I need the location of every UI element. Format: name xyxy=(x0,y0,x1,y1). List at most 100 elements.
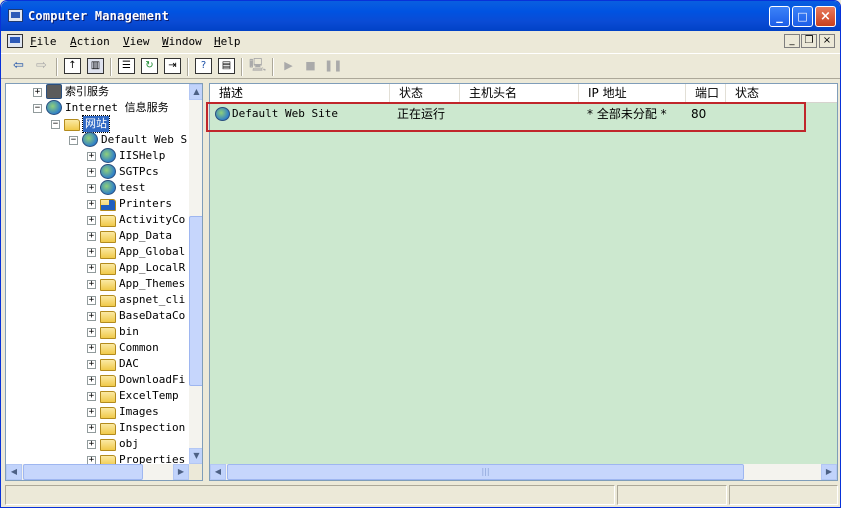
tree-node-label[interactable]: Inspection xyxy=(119,420,185,436)
tree-node-label[interactable]: DAC xyxy=(119,356,139,372)
tree-node-label[interactable]: Printers xyxy=(119,196,172,212)
status-bar xyxy=(5,485,838,505)
expand-icon[interactable]: + xyxy=(87,376,96,385)
expand-icon[interactable]: + xyxy=(87,168,96,177)
printers-folder-icon xyxy=(100,199,116,211)
tree-node-label[interactable]: bin xyxy=(119,324,139,340)
stop-icon[interactable]: ■ xyxy=(302,58,319,74)
expand-icon[interactable]: + xyxy=(87,296,96,305)
toolbar-separator xyxy=(241,58,243,76)
expand-icon[interactable]: + xyxy=(87,184,96,193)
menu-view[interactable]: View xyxy=(123,35,150,48)
tree-node-label[interactable]: ActivityCo xyxy=(119,212,185,228)
expand-icon[interactable]: + xyxy=(87,152,96,161)
up-folder-icon[interactable]: ↑ xyxy=(64,58,81,74)
tree-node-label[interactable]: App_Global xyxy=(119,244,185,260)
computer-icon[interactable]: 🖳 xyxy=(249,58,266,74)
mdi-close-button[interactable]: × xyxy=(819,34,835,48)
tree-node-label[interactable]: ExcelTemp xyxy=(119,388,179,404)
scroll-left-icon[interactable]: ◀ xyxy=(6,464,22,480)
title-bar[interactable]: Computer Management _ □ × xyxy=(1,1,840,31)
column-header-port[interactable]: 端口 xyxy=(686,84,726,103)
expand-icon[interactable]: + xyxy=(87,424,96,433)
folder-icon xyxy=(64,119,80,131)
back-icon[interactable]: ⇦ xyxy=(10,58,27,74)
tree-node-label[interactable]: DownloadFi xyxy=(119,372,185,388)
mdi-minimize-button[interactable]: _ xyxy=(784,34,800,48)
column-header-host-header[interactable]: 主机头名 xyxy=(460,84,579,103)
expand-icon[interactable]: + xyxy=(87,440,96,449)
tree-node-label[interactable]: 网站 xyxy=(82,115,110,133)
tree-node-label[interactable]: 索引服务 xyxy=(65,84,109,100)
tree-vertical-scroll-thumb[interactable] xyxy=(189,216,202,386)
expand-icon[interactable]: + xyxy=(87,408,96,417)
minimize-button[interactable]: _ xyxy=(769,6,790,27)
expand-icon[interactable]: + xyxy=(87,312,96,321)
column-header-ip-address[interactable]: IP 地址 xyxy=(579,84,686,103)
menu-file[interactable]: File xyxy=(30,35,57,48)
tree-node-label[interactable]: Default Web S xyxy=(101,132,187,148)
scroll-down-icon[interactable]: ▼ xyxy=(189,448,202,464)
help-icon[interactable]: ? xyxy=(195,58,212,74)
column-header-state[interactable]: 状态 xyxy=(390,84,460,103)
collapse-icon[interactable]: − xyxy=(51,120,60,129)
expand-icon[interactable]: + xyxy=(87,328,96,337)
menu-action[interactable]: Action xyxy=(70,35,110,48)
forward-icon[interactable]: ⇨ xyxy=(33,58,50,74)
expand-icon[interactable]: + xyxy=(87,360,96,369)
expand-icon[interactable]: + xyxy=(33,88,42,97)
list-horizontal-scrollbar[interactable]: ◀ ||| ▶ xyxy=(210,464,837,480)
menu-help[interactable]: Help xyxy=(214,35,241,48)
expand-icon[interactable]: + xyxy=(87,248,96,257)
tree-node-label[interactable]: App_LocalR xyxy=(119,260,185,276)
expand-icon[interactable]: + xyxy=(87,280,96,289)
column-header-description[interactable]: 描述 xyxy=(210,84,390,103)
scroll-left-icon[interactable]: ◀ xyxy=(210,464,226,480)
expand-icon[interactable]: + xyxy=(87,200,96,209)
tree-node-label[interactable]: App_Data xyxy=(119,228,172,244)
expand-icon[interactable]: + xyxy=(87,456,96,464)
action-pane-icon[interactable]: ▤ xyxy=(218,58,235,74)
maximize-button[interactable]: □ xyxy=(792,6,813,27)
collapse-icon[interactable]: − xyxy=(33,104,42,113)
tree-node-label[interactable]: Images xyxy=(119,404,159,420)
menu-window[interactable]: Window xyxy=(162,35,202,48)
show-hide-tree-icon[interactable]: ▥ xyxy=(87,58,104,74)
document-window-icon[interactable] xyxy=(7,34,23,48)
expand-icon[interactable]: + xyxy=(87,232,96,241)
close-button[interactable]: × xyxy=(815,6,836,27)
folder-icon xyxy=(100,455,116,464)
tree-node-label[interactable]: BaseDataCo xyxy=(119,308,185,324)
index-service-icon xyxy=(46,84,62,99)
refresh-icon[interactable]: ↻ xyxy=(141,58,158,74)
tree-node-label[interactable]: test xyxy=(119,180,146,196)
tree-node-label[interactable]: IISHelp xyxy=(119,148,165,164)
tree-node-label[interactable]: aspnet_cli xyxy=(119,292,185,308)
properties-icon[interactable]: ☰ xyxy=(118,58,135,74)
pause-icon[interactable]: ❚❚ xyxy=(324,58,342,74)
tree-node-label[interactable]: Common xyxy=(119,340,159,356)
mdi-restore-button[interactable]: ❐ xyxy=(801,34,817,48)
scroll-right-icon[interactable]: ▶ xyxy=(821,464,837,480)
list-horizontal-scroll-thumb[interactable]: ||| xyxy=(227,464,744,480)
expand-icon[interactable]: + xyxy=(87,392,96,401)
expand-icon[interactable]: + xyxy=(87,264,96,273)
folder-icon xyxy=(100,263,116,275)
tree-vertical-scrollbar[interactable]: ▲ ▼ xyxy=(189,84,202,464)
tree-horizontal-scrollbar[interactable]: ◀ ▶ xyxy=(6,464,189,480)
column-header-status[interactable]: 状态 xyxy=(726,84,837,103)
tree-node-label[interactable]: App_Themes xyxy=(119,276,185,292)
web-site-icon xyxy=(82,132,98,147)
tree-node-label[interactable]: Internet 信息服务 xyxy=(65,100,169,116)
tree-node-label[interactable]: Properties xyxy=(119,452,185,464)
export-list-icon[interactable]: ⇥ xyxy=(164,58,181,74)
tree-node-label[interactable]: SGTPcs xyxy=(119,164,159,180)
scroll-up-icon[interactable]: ▲ xyxy=(189,84,202,100)
scroll-right-icon[interactable]: ▶ xyxy=(173,464,189,480)
expand-icon[interactable]: + xyxy=(87,344,96,353)
tree-node-label[interactable]: obj xyxy=(119,436,139,452)
expand-icon[interactable]: + xyxy=(87,216,96,225)
tree-horizontal-scroll-thumb[interactable] xyxy=(23,464,143,480)
collapse-icon[interactable]: − xyxy=(69,136,78,145)
play-icon[interactable]: ▶ xyxy=(280,58,297,74)
